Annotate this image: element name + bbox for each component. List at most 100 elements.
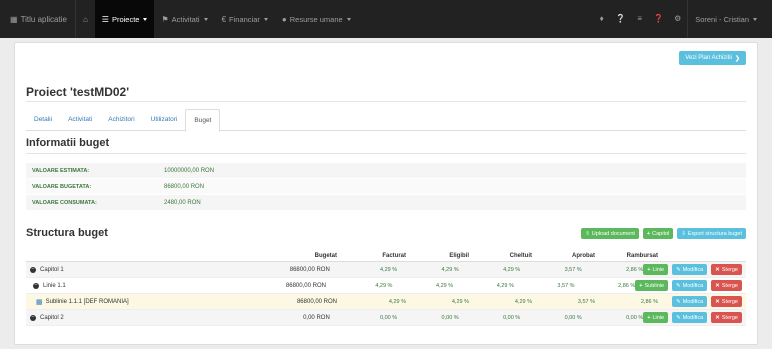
page-title: Proiect 'testMD02' bbox=[26, 85, 130, 99]
edit-icon: ✎ bbox=[676, 314, 681, 321]
info-label: VALOARE CONSUMATA: bbox=[32, 199, 97, 206]
app-title: Titlu aplicatie bbox=[20, 14, 67, 24]
row-name[interactable]: − Linie 1.1 bbox=[26, 282, 261, 289]
gear-icon: ⚙ bbox=[674, 14, 682, 23]
info-row: VALOARE CONSUMATA: 2480,00 RON bbox=[26, 195, 746, 211]
info-heading: Informatii buget bbox=[26, 137, 110, 149]
table-row: − Linie 1.1 86800,00 RON 4,29 % 4,29 % 4… bbox=[26, 278, 746, 294]
plus-icon: + bbox=[646, 230, 651, 237]
cell-bugetat: 86800,00 RON bbox=[296, 298, 337, 305]
table-row: − Capitol 2 0,00 RON 0,00 % 0,00 % 0,00 … bbox=[26, 310, 746, 326]
cell-aprobat: 3,57 % bbox=[564, 266, 582, 273]
cell-bugetat: 0,00 RON bbox=[303, 314, 330, 321]
row-actions: + Sublinie ✎ Modifica ✕ Sterge bbox=[635, 280, 746, 291]
col-header: Facturat bbox=[382, 253, 406, 259]
app-brand[interactable]: ▦ Titlu aplicatie bbox=[8, 0, 75, 38]
nav-menu-activitati[interactable]: ⚑ Activitati bbox=[154, 0, 214, 38]
sterge-button[interactable]: ✕ Sterge bbox=[711, 264, 742, 275]
cell-facturat: 4,29 % bbox=[375, 282, 393, 289]
cell-rambursat: 0,00 % bbox=[626, 314, 644, 321]
notifications-button[interactable]: ♦ bbox=[592, 0, 611, 38]
cell-aprobat: 3,57 % bbox=[577, 298, 595, 305]
home-nav[interactable]: ⌂ bbox=[76, 0, 95, 38]
cell-eligibil: 4,29 % bbox=[451, 298, 469, 305]
collapse-icon[interactable]: − bbox=[30, 266, 36, 273]
chevron-down-icon bbox=[346, 17, 351, 21]
info-value: 2480,00 RON bbox=[164, 199, 201, 206]
info-value: 10000000,00 RON bbox=[164, 167, 215, 174]
sterge-button[interactable]: ✕ Sterge bbox=[711, 312, 742, 323]
row-actions: ✎ Modifica ✕ Sterge bbox=[658, 296, 746, 307]
budget-info-table: VALOARE ESTIMATA: 10000000,00 RON VALOAR… bbox=[26, 163, 746, 211]
nav-menu-resurse-umane[interactable]: ● Resurse umane bbox=[275, 0, 358, 38]
structure-actions: ⇧ Upload document + Capitol ⇩ Export str… bbox=[581, 228, 746, 239]
info-row: VALOARE ESTIMATA: 10000000,00 RON bbox=[26, 163, 746, 179]
view-plan-button[interactable]: Vezi Plan Achizitii ❯ bbox=[679, 51, 746, 65]
nav-menu-proiecte[interactable]: ☰ Proiecte bbox=[94, 0, 155, 38]
settings-button[interactable]: ⚙ bbox=[668, 0, 687, 38]
col-header: Bugetat bbox=[314, 253, 337, 259]
modifica-button[interactable]: ✎ Modifica bbox=[672, 296, 708, 307]
user-name: Soreni - Cristian bbox=[695, 14, 749, 24]
user-menu[interactable]: Soreni - Cristian bbox=[688, 0, 764, 38]
col-header: Rambursat bbox=[626, 253, 658, 259]
close-icon: ✕ bbox=[715, 314, 720, 321]
button-label: Modifica bbox=[682, 298, 704, 305]
export-structure-button[interactable]: ⇩ Export structura buget bbox=[677, 228, 746, 239]
add-linie-button[interactable]: + Linie bbox=[643, 264, 669, 275]
modifica-button[interactable]: ✎ Modifica bbox=[672, 264, 708, 275]
button-label: Linie bbox=[652, 314, 665, 321]
cell-eligibil: 4,29 % bbox=[436, 282, 454, 289]
collapse-icon[interactable]: − bbox=[30, 314, 36, 321]
tab-detalii[interactable]: Detalii bbox=[26, 109, 60, 130]
row-name[interactable]: ▦ Sublinie 1.1.1 [DEF ROMANIA] bbox=[26, 298, 270, 306]
view-plan-label: Vezi Plan Achizitii bbox=[685, 55, 732, 61]
nav-menu-financiar[interactable]: € Financiar bbox=[215, 0, 275, 38]
help-button[interactable]: ❔ bbox=[611, 0, 630, 38]
project-tabs: Detalii Activitati Achizitori Utilizator… bbox=[26, 109, 746, 132]
euro-icon: € bbox=[221, 14, 227, 24]
sterge-button[interactable]: ✕ Sterge bbox=[711, 296, 742, 307]
add-capitol-button[interactable]: + Capitol bbox=[642, 228, 674, 239]
close-icon: ✕ bbox=[715, 298, 720, 305]
row-name[interactable]: − Capitol 2 bbox=[26, 314, 264, 321]
grid-icon: ▦ bbox=[36, 298, 43, 306]
nav-menu-label: Proiecte bbox=[111, 14, 140, 24]
modifica-button[interactable]: ✎ Modifica bbox=[672, 312, 708, 323]
cell-facturat: 0,00 % bbox=[380, 314, 398, 321]
app-logo-icon: ▦ bbox=[10, 14, 18, 24]
info-label: VALOARE BUGETATA: bbox=[32, 183, 92, 190]
add-capitol-label: Capitol bbox=[652, 230, 670, 237]
chevron-right-icon: ❯ bbox=[734, 55, 740, 62]
add-linie-button[interactable]: + Linie bbox=[643, 312, 669, 323]
table-header: Bugetat Facturat Eligibil Cheltuit Aprob… bbox=[26, 248, 746, 262]
tab-utilizatori[interactable]: Utilizatori bbox=[143, 109, 186, 130]
chevron-down-icon bbox=[203, 17, 208, 21]
chevron-down-icon bbox=[263, 17, 268, 21]
sterge-button[interactable]: ✕ Sterge bbox=[711, 280, 742, 291]
tab-activitati[interactable]: Activitati bbox=[60, 109, 100, 130]
row-actions: + Linie ✎ Modifica ✕ Sterge bbox=[643, 264, 746, 275]
info-value: 86800,00 RON bbox=[164, 183, 205, 190]
tab-achizitori[interactable]: Achizitori bbox=[100, 109, 142, 130]
edit-icon: ✎ bbox=[676, 266, 681, 273]
help-icon: ❔ bbox=[615, 14, 626, 23]
collapse-icon[interactable]: − bbox=[33, 282, 39, 289]
modifica-button[interactable]: ✎ Modifica bbox=[672, 280, 708, 291]
cell-bugetat: 86800,00 RON bbox=[285, 282, 326, 289]
upload-document-button[interactable]: ⇧ Upload document bbox=[581, 228, 639, 239]
close-icon: ✕ bbox=[715, 282, 720, 289]
upload-label: Upload document bbox=[591, 230, 635, 237]
row-name[interactable]: − Capitol 1 bbox=[26, 266, 264, 273]
info-button[interactable]: ❓ bbox=[649, 0, 668, 38]
add-sublinie-button[interactable]: + Sublinie bbox=[635, 280, 669, 291]
menu-button[interactable]: ≡ bbox=[630, 0, 649, 38]
tab-buget[interactable]: Buget bbox=[185, 109, 221, 132]
table-row: − Capitol 1 86800,00 RON 4,29 % 4,29 % 4… bbox=[26, 262, 746, 278]
top-navbar: ▦ Titlu aplicatie ⌂ ☰ Proiecte ⚑ Activit… bbox=[0, 0, 772, 38]
cell-bugetat: 86800,00 RON bbox=[289, 266, 330, 273]
cell-facturat: 4,29 % bbox=[380, 266, 398, 273]
budget-structure-table: Bugetat Facturat Eligibil Cheltuit Aprob… bbox=[26, 248, 746, 326]
cell-rambursat: 2,86 % bbox=[626, 266, 644, 273]
row-label: Linie 1.1 bbox=[43, 282, 66, 289]
